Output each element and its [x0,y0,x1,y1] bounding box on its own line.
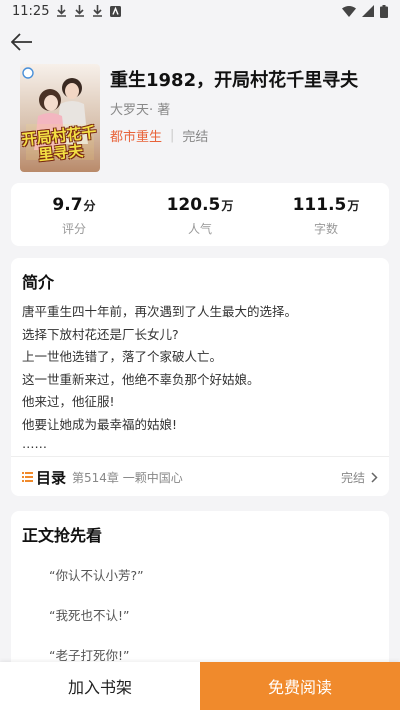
download-icon [56,5,67,17]
stat-popularity: 120.5万 人气 [137,183,263,246]
toc-label: 目录 [36,468,67,487]
app-notification-icon [110,5,122,17]
intro-line: 这一世重新来过，他绝不辜负那个好姑娘。 [22,371,260,387]
intro-card: 简介 唐平重生四十年前，再次遇到了人生最大的选择。 选择下放村花还是厂长女儿? … [11,258,389,496]
top-bar [0,22,400,62]
list-icon [22,472,33,482]
status-bar: 11:25 [0,0,400,22]
signal-icon [362,5,374,17]
intro-line: 上一世他选错了，落了个家破人亡。 [22,349,223,364]
intro-text[interactable]: 唐平重生四十年前，再次遇到了人生最大的选择。 选择下放村花还是厂长女儿? 上一世… [11,293,389,452]
back-arrow-icon[interactable] [10,30,34,54]
stat-label: 评分 [61,222,86,236]
preview-heading: 正文抢先看 [22,526,103,545]
preview-line: “我死也不认!” [49,608,130,623]
book-title: 重生1982，开局村花千里寻夫 [110,70,359,91]
stat-value: 111.5 [292,195,347,215]
latest-chapter: 第514章 一颗中国心 [72,470,183,485]
intro-line: 他来过，他征服! [22,394,115,409]
book-meta: 重生1982，开局村花千里寻夫 大罗天· 著 都市重生 | 完结 [110,64,358,174]
download-icon [74,5,85,17]
stats-card: 9.7分 评分 120.5万 人气 111.5万 字数 [11,183,389,246]
intro-line: 选择下放村花还是厂长女儿? [22,326,179,342]
stat-rating: 9.7分 评分 [11,183,137,246]
tag-divider: | [170,128,175,143]
book-author[interactable]: 大罗天· 著 [110,99,358,118]
category-tag[interactable]: 都市重生 [110,126,162,145]
stat-value: 9.7 [52,195,83,215]
chevron-right-icon [371,471,378,483]
table-of-contents-row[interactable]: 目录 第514章 一颗中国心 完结 [11,456,389,497]
preview-line: “你认不认小芳?” [49,568,144,583]
download-icon [92,5,103,17]
status-tag: 完结 [182,130,209,145]
free-read-button[interactable]: 免费阅读 [200,662,400,710]
stat-unit: 万 [221,199,234,213]
add-to-shelf-button[interactable]: 加入书架 [0,662,200,710]
bottom-action-bar: 加入书架 免费阅读 [0,662,400,710]
stat-word-count: 111.5万 字数 [263,183,389,246]
stat-label: 字数 [313,222,338,236]
status-time: 11:25 [12,3,50,19]
intro-line: 唐平重生四十年前，再次遇到了人生最大的选择。 [22,304,298,319]
stat-unit: 分 [83,199,96,213]
wifi-icon [342,5,356,17]
completion-status: 完结 [340,470,365,485]
stat-label: 人气 [187,222,212,236]
battery-icon [380,4,388,18]
intro-heading: 简介 [22,273,55,292]
book-header: 开局村花千里寻夫 重生1982，开局村花千里寻夫 大罗天· 著 都市重生 | 完… [0,64,400,174]
intro-line: 他要让她成为最幸福的姑娘! [22,416,178,432]
stat-unit: 万 [347,199,360,213]
preview-text[interactable]: “你认不认小芳?” “我死也不认!” “老子打死你!” [11,546,389,676]
book-tags: 都市重生 | 完结 [110,126,358,145]
intro-line: …… [22,436,47,451]
stat-value: 120.5 [166,195,221,215]
book-cover[interactable]: 开局村花千里寻夫 [20,64,100,172]
